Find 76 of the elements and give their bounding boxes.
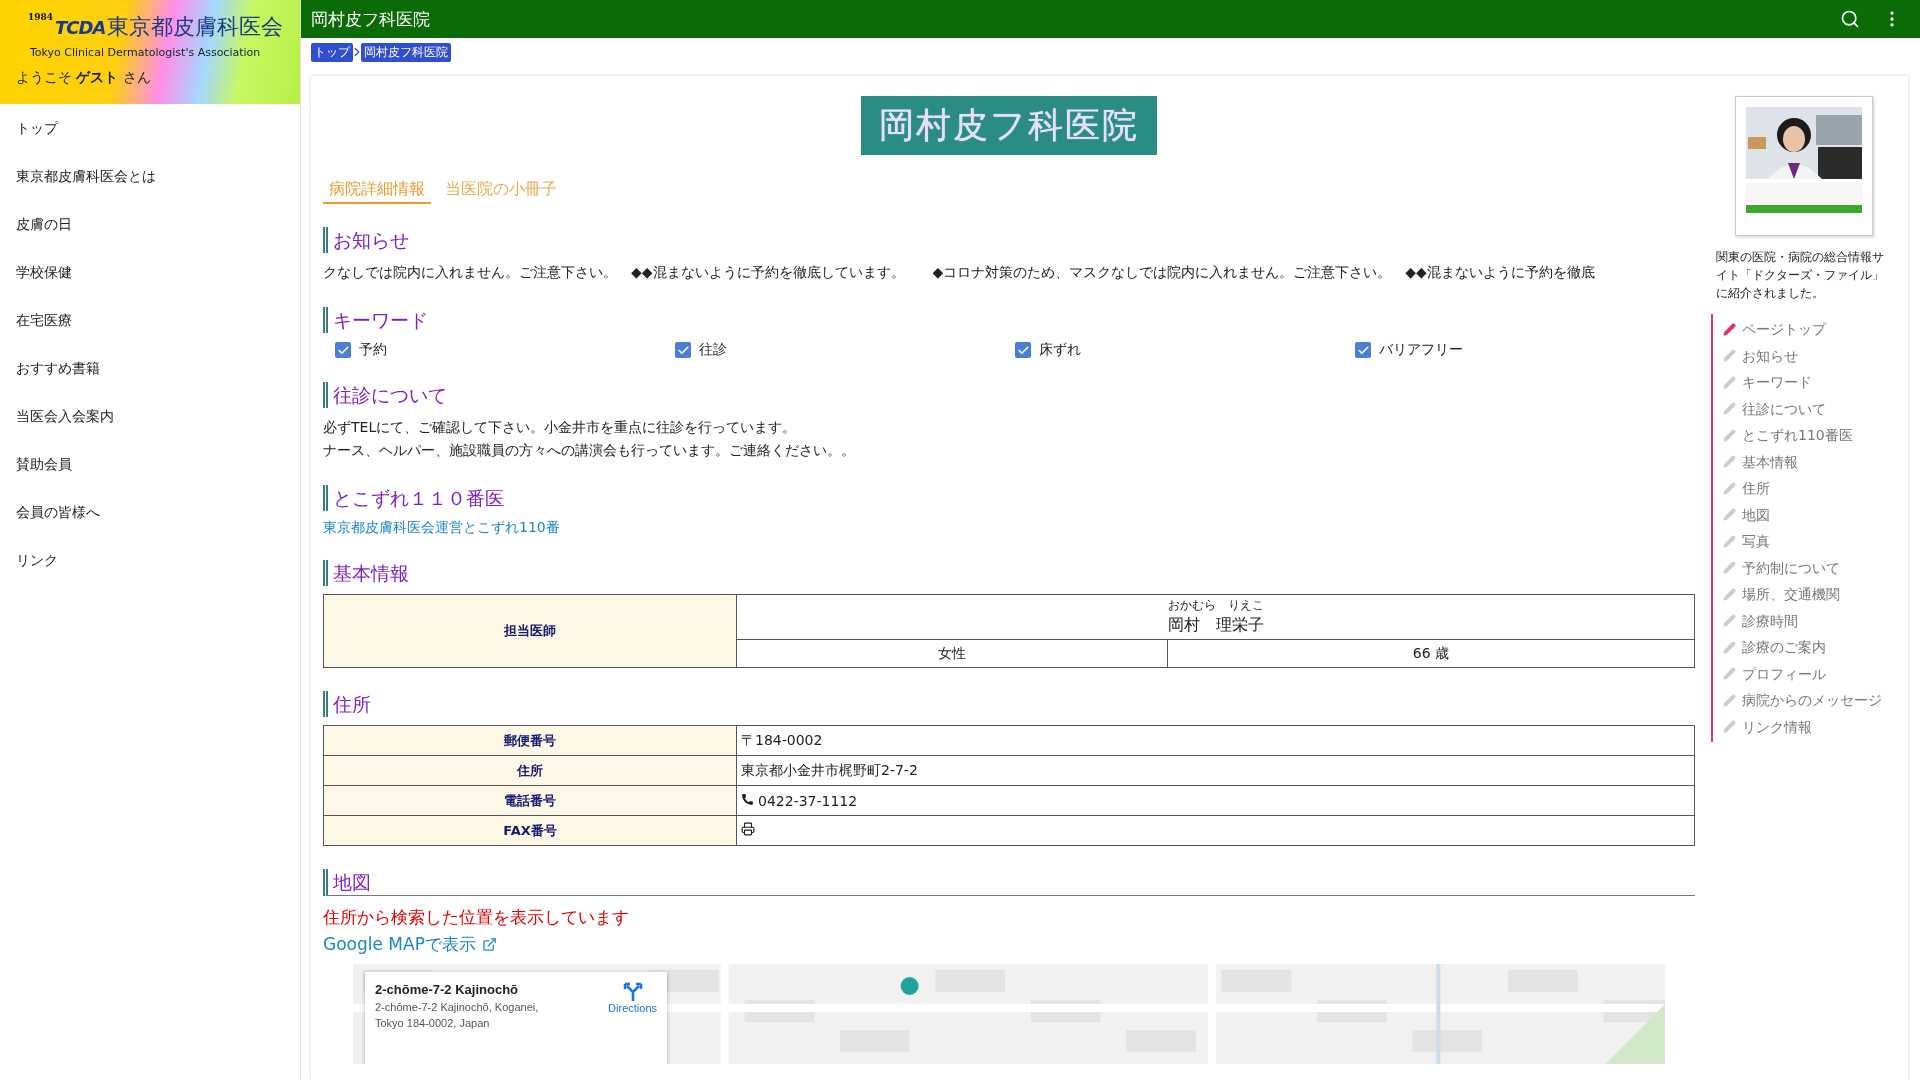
map-address: Tokyo 184-0002, Japan (375, 1017, 491, 1029)
logo-mark: TCDA (55, 16, 106, 40)
toc-link[interactable]: キーワード (1723, 369, 1896, 396)
table-cell: 女性 (736, 639, 1168, 668)
checkbox[interactable] (675, 342, 691, 358)
toc-link[interactable]: 往診について (1723, 395, 1896, 422)
phone-icon (741, 792, 754, 806)
toc-link[interactable]: ページトップ (1723, 316, 1896, 343)
sidebar-item[interactable]: おすすめ書籍 (0, 344, 300, 392)
section-heading: 基本情報 (323, 560, 1695, 586)
external-link-icon (481, 937, 497, 952)
page-title: 岡村皮フ科医院 (311, 7, 431, 31)
toc-link[interactable]: 診療のご案内 (1723, 634, 1896, 661)
name-reading: おかむら りえこ (1166, 597, 1265, 613)
logo-year: 1984 (28, 12, 54, 22)
toc-link[interactable]: 診療時間 (1723, 607, 1896, 634)
table-cell: 66 歳 (1167, 639, 1695, 668)
keyword-label: バリアフリー (1379, 341, 1463, 359)
doctor-name: 岡村 理栄子 (1166, 614, 1265, 636)
sidebar-item[interactable]: 賛助会員 (0, 440, 300, 488)
body-text: ナース、ヘルパー、施設職員の方々への講演会も行っています。ご連絡ください。。 (323, 441, 856, 460)
breadcrumb-link[interactable]: 岡村皮フ科医院 (361, 42, 451, 62)
directions-icon (622, 982, 643, 1002)
toc-link[interactable]: 予約制について (1723, 554, 1896, 581)
toc-link[interactable]: リンク情報 (1723, 713, 1896, 740)
sidebar-item[interactable]: 会員の皆様へ (0, 488, 300, 536)
notice-text: クなしでは院内に入れません。ご注意下さい。 ◆◆混まないように予約を徹底しています。 ◆コロナ対策のため、マスクなしでは院内に入れません。ご注意下さい。 ◆◆混まないように予約を徹底 (323, 263, 1596, 282)
sidebar-item[interactable]: 皮膚の日 (0, 200, 300, 248)
welcome-text: ようこそ ゲスト さん (16, 69, 151, 87)
table-header-cell: 住所 (323, 755, 737, 786)
checkbox[interactable] (1355, 342, 1371, 358)
toc-link[interactable]: 病院からのメッセージ (1723, 687, 1896, 714)
toc-link[interactable]: お知らせ (1723, 342, 1896, 369)
section-heading: とこずれ１１０番医 (323, 485, 1695, 511)
section-heading: 地図 (323, 869, 1695, 896)
keyword-label: 予約 (359, 341, 387, 359)
table-cell-text: 0422-37-1112 (758, 792, 858, 809)
table-header-cell: FAX番号 (323, 815, 737, 846)
keyword-label: 往診 (699, 341, 727, 359)
toc-link[interactable]: 場所、交通機関 (1723, 581, 1896, 608)
sidebar-item[interactable]: 在宅医療 (0, 296, 300, 344)
table-header-cell: 郵便番号 (323, 725, 737, 756)
keyword-label: 床ずれ (1039, 341, 1081, 359)
clinic-name-banner: 岡村皮フ科医院 (861, 96, 1157, 155)
breadcrumb-link[interactable]: トップ (311, 42, 353, 62)
sidebar-item[interactable]: 学校保健 (0, 248, 300, 296)
section-heading: 住所 (323, 691, 1695, 717)
toc-link[interactable]: 基本情報 (1723, 448, 1896, 475)
table-cell-text: 東京都小金井市梶野町2-7-2 (741, 761, 918, 778)
map-notice: 住所から検索した位置を表示しています (323, 906, 630, 929)
toc-link[interactable]: 住所 (1723, 475, 1896, 502)
toc-link[interactable]: 地図 (1723, 501, 1896, 528)
checkbox[interactable] (335, 342, 351, 358)
google-map-link[interactable]: Google MAPで表示 (323, 933, 497, 956)
tokozure-link[interactable]: 東京都皮膚科医会運営とこずれ110番 (323, 519, 560, 537)
table-cell-text: 〒184-0002 (741, 731, 823, 748)
sidebar-item[interactable]: 当医会入会案内 (0, 392, 300, 440)
section-heading: お知らせ (323, 227, 1695, 253)
table-header-cell: 電話番号 (323, 785, 737, 816)
sidebar-item[interactable]: 東京都皮膚科医会とは (0, 152, 300, 200)
directions-link[interactable]: Directions (608, 982, 657, 1014)
checkbox[interactable] (1015, 342, 1031, 358)
toc-link[interactable]: 写真 (1723, 528, 1896, 555)
logo-title: 東京都皮膚科医会 (107, 13, 284, 41)
sidebar-item[interactable]: トップ (0, 104, 300, 152)
section-heading: キーワード (323, 307, 1695, 333)
map-place-title: 2-chōme-7-2 Kajinochō (375, 982, 520, 997)
toc-link[interactable]: とこずれ110番医 (1723, 422, 1896, 449)
doctors-file-caption: 関東の医院・病院の総合情報サイト「ドクターズ・ファイル」に紹介されました。 (1715, 249, 1885, 302)
section-heading: 往診について (323, 382, 1695, 408)
printer-icon (741, 822, 755, 836)
sidebar-item[interactable]: リンク (0, 536, 300, 584)
table-header-cell: 担当医師 (323, 594, 737, 668)
toc-link[interactable]: プロフィール (1723, 660, 1896, 687)
map-address: 2-chōme-7-2 Kajinochō, Koganei, (375, 1001, 540, 1013)
body-text: 必ずTELにて、ご確認して下さい。小金井市を重点に往診を行っています。 (323, 418, 798, 437)
